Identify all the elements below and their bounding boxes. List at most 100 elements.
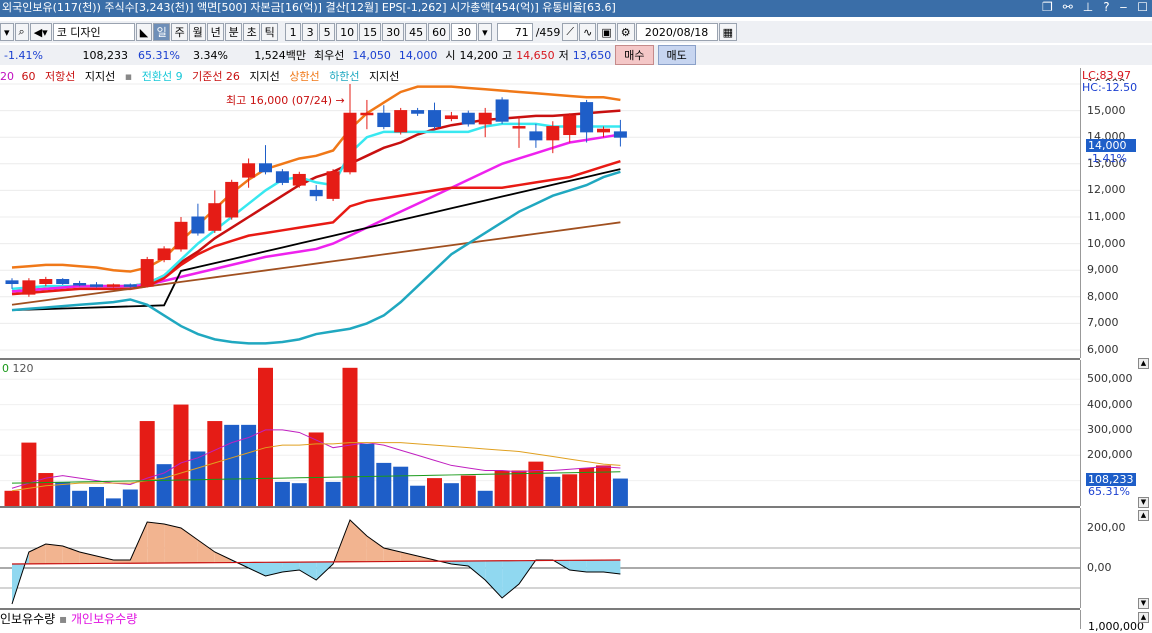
interval-button[interactable]: 5 <box>319 23 336 41</box>
period-tab[interactable]: 월 <box>189 23 207 41</box>
osc-fill-area <box>350 520 367 562</box>
volume-bar <box>207 421 223 506</box>
period-tab[interactable]: 년 <box>207 23 225 41</box>
interval-button[interactable]: 3 <box>302 23 319 41</box>
scroll-up-icon[interactable]: ▲ <box>1138 612 1149 623</box>
candle-body <box>275 171 289 183</box>
volume-ma-0: 0 <box>2 362 9 375</box>
link-icon[interactable]: ⚯ <box>1063 0 1073 15</box>
arrow-right-icon: → <box>335 94 345 107</box>
legend-square-icon: ▪ <box>59 612 68 626</box>
period-tab[interactable]: 주 <box>171 23 189 41</box>
volume-bar <box>443 483 459 506</box>
period-tab[interactable]: 틱 <box>261 23 279 41</box>
interval-button[interactable]: 10 <box>336 23 359 41</box>
oscillator-chart[interactable] <box>0 508 1080 608</box>
volume-bar <box>612 478 628 506</box>
bottom-legend-2: 개인보유수량 <box>71 612 138 626</box>
price-chart[interactable] <box>0 68 1080 358</box>
candle-body <box>73 283 87 286</box>
interval-button[interactable]: 30 <box>382 23 405 41</box>
volume-tick-label: 400,000 <box>1087 397 1133 411</box>
interval-button[interactable]: 1 <box>285 23 302 41</box>
osc-fill-area <box>468 560 486 580</box>
dropdown-icon[interactable]: ▾ <box>0 23 14 41</box>
search-icon[interactable]: ⌕ <box>14 23 29 41</box>
ma120-line <box>11 221 621 306</box>
count-field[interactable]: 71 <box>496 23 533 41</box>
candle-body <box>444 115 458 120</box>
candle-body <box>56 279 70 285</box>
help-icon[interactable]: ? <box>1103 0 1109 15</box>
stock-name-field[interactable]: 코 디자인 <box>52 23 135 41</box>
interval-button[interactable]: 60 <box>428 23 451 41</box>
period-tabs: 일주월년분초틱 <box>153 23 279 41</box>
interval-button[interactable]: 15 <box>359 23 382 41</box>
period-tab[interactable]: 초 <box>243 23 261 41</box>
bottom-legend-1: 인보유수량 <box>0 612 56 626</box>
osc-fill-area <box>45 544 63 564</box>
low-value: 13,650 <box>572 48 612 62</box>
price-tick-label: 15,000 <box>1087 103 1126 117</box>
price-tick-label: 11,000 <box>1087 210 1126 223</box>
date-field[interactable]: 2020/08/18 <box>635 23 718 41</box>
minimize-icon[interactable]: ‒ <box>1120 0 1128 15</box>
volume: 108,233 <box>82 48 129 62</box>
candle-body <box>123 284 137 287</box>
period-tab[interactable]: 분 <box>225 23 243 41</box>
save-icon[interactable]: ▣ <box>597 23 616 41</box>
restore-icon[interactable]: ❐ <box>1042 0 1053 15</box>
maximize-icon[interactable]: ☐ <box>1137 0 1148 15</box>
osc-fill-area <box>164 524 181 563</box>
candle-body <box>259 163 272 173</box>
volume-bar <box>545 476 561 506</box>
panel-divider[interactable] <box>0 608 1080 610</box>
period-tab[interactable]: 일 <box>153 23 171 41</box>
scroll-up-icon[interactable]: ▲ <box>1138 510 1149 521</box>
volume-bar <box>4 490 20 506</box>
candle-body <box>613 131 627 138</box>
interval-value: 30 <box>457 25 472 39</box>
amount: 1,524백만 <box>254 49 306 62</box>
volume-bar <box>494 470 510 506</box>
candle-body <box>546 126 560 141</box>
lock-icon[interactable]: ⊥ <box>1083 0 1093 15</box>
candle-body <box>495 99 509 122</box>
candle-body <box>174 221 188 250</box>
volume-bar <box>291 483 307 506</box>
scroll-up-icon[interactable]: ▲ <box>1138 358 1149 369</box>
volume-bar <box>579 467 595 506</box>
volume-bar <box>562 474 578 506</box>
interval-field[interactable]: 30 <box>451 23 478 41</box>
volume-bar <box>258 367 273 506</box>
candle-body <box>292 173 306 186</box>
sell-button[interactable]: 매도 <box>657 45 696 65</box>
volume-bar <box>274 481 290 506</box>
volume-bar <box>427 478 442 506</box>
osc-fill-area <box>181 528 198 563</box>
speaker-icon[interactable]: ◀▾ <box>29 23 52 41</box>
volume-tick-label: 300,000 <box>1087 422 1133 436</box>
chart-tool-icon[interactable]: ⟋ <box>562 23 579 41</box>
count-total: /459 <box>535 25 561 39</box>
settings-icon[interactable]: ⚙ <box>616 23 635 41</box>
candle-body <box>478 112 492 125</box>
resist-line <box>11 159 621 296</box>
interval-button[interactable]: 45 <box>405 23 428 41</box>
stock-dropdown-icon[interactable]: ◣ <box>135 23 153 41</box>
candle-body <box>343 112 357 173</box>
quote-bar: -1.41% 108,233 65.31% 3.34% 1,524백만 최우선 … <box>0 45 1152 65</box>
interval-dropdown-icon[interactable]: ▾ <box>478 23 492 41</box>
line-tool-icon[interactable]: ∿ <box>579 23 597 41</box>
volume-chart[interactable] <box>0 360 1080 506</box>
scroll-down-icon[interactable]: ▼ <box>1138 497 1149 508</box>
scroll-down-icon[interactable]: ▼ <box>1138 598 1149 609</box>
candle-body <box>428 110 441 128</box>
buy-button[interactable]: 매수 <box>615 45 654 65</box>
max-price-label: 최고 16,000 (07/24) → <box>226 92 345 108</box>
candle-body <box>140 259 154 287</box>
osc-tick-label: 0,00 <box>1087 561 1112 574</box>
candle-body <box>22 280 36 295</box>
calendar-icon[interactable]: ▦ <box>718 23 737 41</box>
osc-fill-area <box>147 522 165 564</box>
